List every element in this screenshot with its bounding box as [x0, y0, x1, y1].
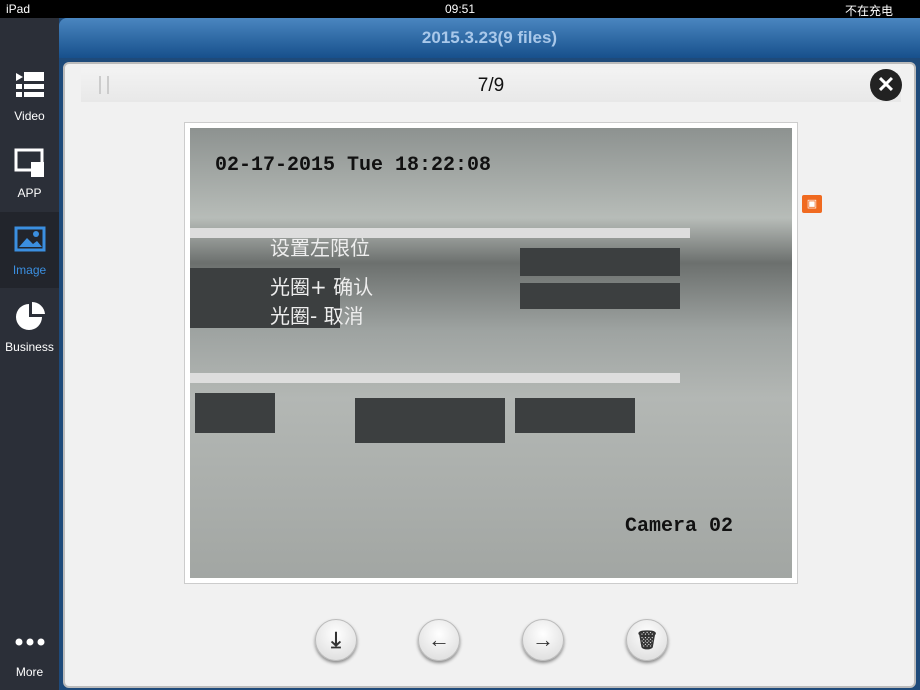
sidebar-item-video[interactable]: Video	[0, 58, 59, 134]
download-button[interactable]: ⤓	[315, 619, 357, 661]
app-icon	[14, 148, 44, 177]
more-icon	[15, 638, 45, 646]
image-badge-icon: ▣	[802, 195, 822, 213]
next-button[interactable]: →	[522, 619, 564, 661]
clock: 09:51	[445, 2, 476, 16]
camera-snapshot[interactable]: 02-17-2015 Tue 18:22:08 设置左限位 光圈+ 确认 光圈-…	[190, 128, 792, 578]
battery-status: 不在充电	[845, 4, 894, 18]
sidebar-item-label: Video	[14, 109, 45, 123]
drag-handle-icon[interactable]	[99, 76, 109, 94]
image-viewer: 7/9 ✕ 02-17-2015 Tue 18:22:08 设置左限位 光圈+ …	[63, 62, 916, 688]
sidebar-item-label: Image	[12, 263, 47, 277]
sidebar-item-label: Business	[5, 340, 54, 354]
sidebar-item-label: More	[15, 665, 44, 679]
sidebar-item-more[interactable]: More	[0, 614, 59, 690]
osd-timestamp: 02-17-2015 Tue 18:22:08	[215, 154, 492, 177]
previous-button[interactable]: ←	[418, 619, 460, 661]
viewer-toolbar: 7/9	[81, 68, 901, 102]
pie-chart-icon	[16, 301, 45, 330]
sidebar-item-label: APP	[17, 186, 42, 200]
image-counter: 7/9	[477, 75, 505, 96]
photo-frame[interactable]: 02-17-2015 Tue 18:22:08 设置左限位 光圈+ 确认 光圈-…	[184, 122, 798, 584]
device-name: iPad	[6, 2, 31, 16]
video-list-icon	[16, 72, 44, 97]
sidebar-item-business[interactable]: Business	[0, 289, 59, 365]
osd-menu-item: 光圈- 取消	[270, 304, 364, 328]
osd-camera-name: Camera 02	[625, 515, 734, 538]
status-bar: iPad 09:51 不在充电	[0, 0, 920, 18]
main-area: 2015.3.23(9 files) 7/9 ✕ 02-17-2015 Tue …	[59, 18, 920, 690]
sidebar: Video APP Image Business More	[0, 18, 59, 690]
osd-menu-item: 光圈+ 确认	[270, 275, 374, 299]
sidebar-item-image[interactable]: Image	[0, 212, 59, 288]
close-button[interactable]: ✕	[870, 69, 902, 101]
page-title: 2015.3.23(9 files)	[59, 18, 920, 58]
sidebar-item-app[interactable]: APP	[0, 135, 59, 211]
delete-button[interactable]: 🗑	[626, 619, 668, 661]
osd-menu-title: 设置左限位	[270, 236, 370, 260]
image-icon	[14, 226, 46, 252]
